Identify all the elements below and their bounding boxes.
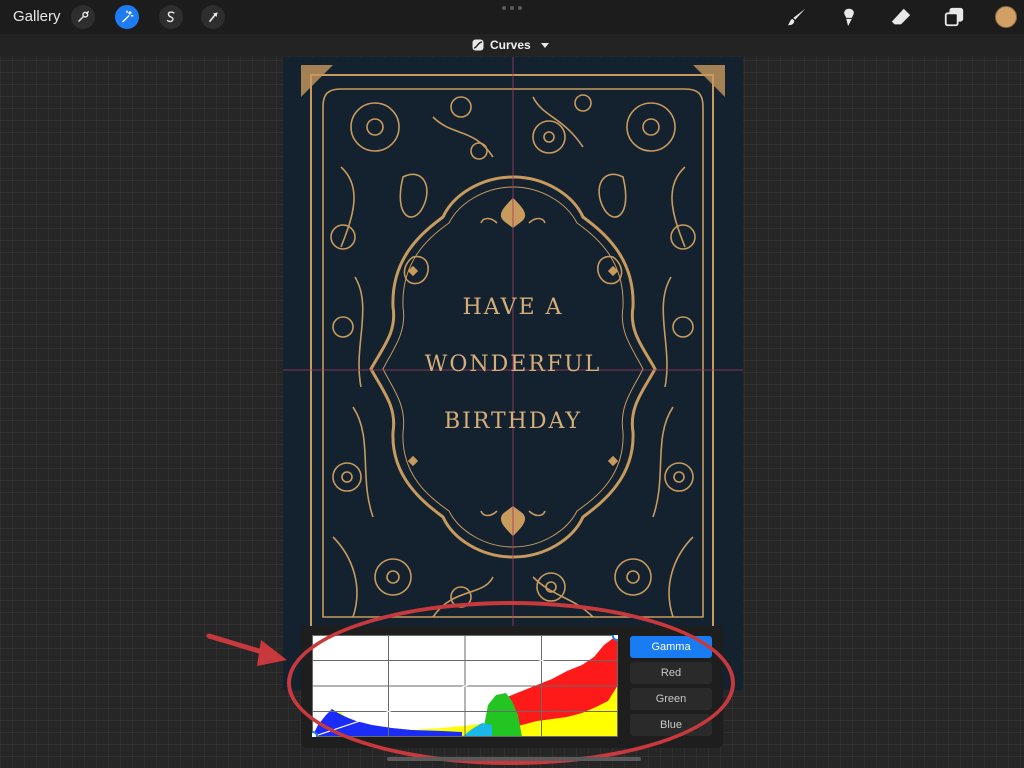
chevron-down-icon <box>540 42 549 48</box>
layers-tool[interactable] <box>942 5 966 29</box>
top-toolbar: Gallery <box>0 0 1024 34</box>
selection-s-icon <box>166 11 175 23</box>
brush-tool[interactable] <box>785 5 809 29</box>
color-swatch[interactable] <box>995 6 1017 28</box>
curve-point-start[interactable] <box>312 731 318 737</box>
adjustment-menu[interactable]: Curves <box>472 38 549 52</box>
selection-button[interactable] <box>159 5 183 29</box>
transform-arrow-icon <box>208 12 218 23</box>
smudge-icon <box>844 8 854 27</box>
adjustment-bar: Curves <box>0 34 1024 56</box>
home-indicator <box>387 757 641 761</box>
gallery-button[interactable]: Gallery <box>13 8 61 25</box>
transform-button[interactable] <box>201 5 225 29</box>
actions-button[interactable] <box>71 5 95 29</box>
grab-handle[interactable] <box>502 6 522 10</box>
highlight-ellipse <box>287 601 735 765</box>
curves-icon <box>472 39 484 51</box>
canvas-artwork[interactable]: HAVE A WONDERFUL BIRTHDAY <box>283 57 743 690</box>
eraser-tool[interactable] <box>889 5 913 29</box>
card-text-line1: HAVE A <box>462 295 564 320</box>
adjustments-button[interactable] <box>115 5 139 29</box>
magic-wand-icon <box>122 10 134 23</box>
brush-icon <box>787 8 806 26</box>
card-text-line3: BIRTHDAY <box>443 409 583 434</box>
card-text-line2: WONDERFUL <box>424 352 602 377</box>
adjustment-title: Curves <box>490 38 531 52</box>
smudge-tool[interactable] <box>837 5 861 29</box>
eraser-icon <box>891 8 911 25</box>
annotation-arrow-icon <box>206 633 287 666</box>
wrench-icon <box>78 11 89 22</box>
layers-icon <box>944 7 964 27</box>
